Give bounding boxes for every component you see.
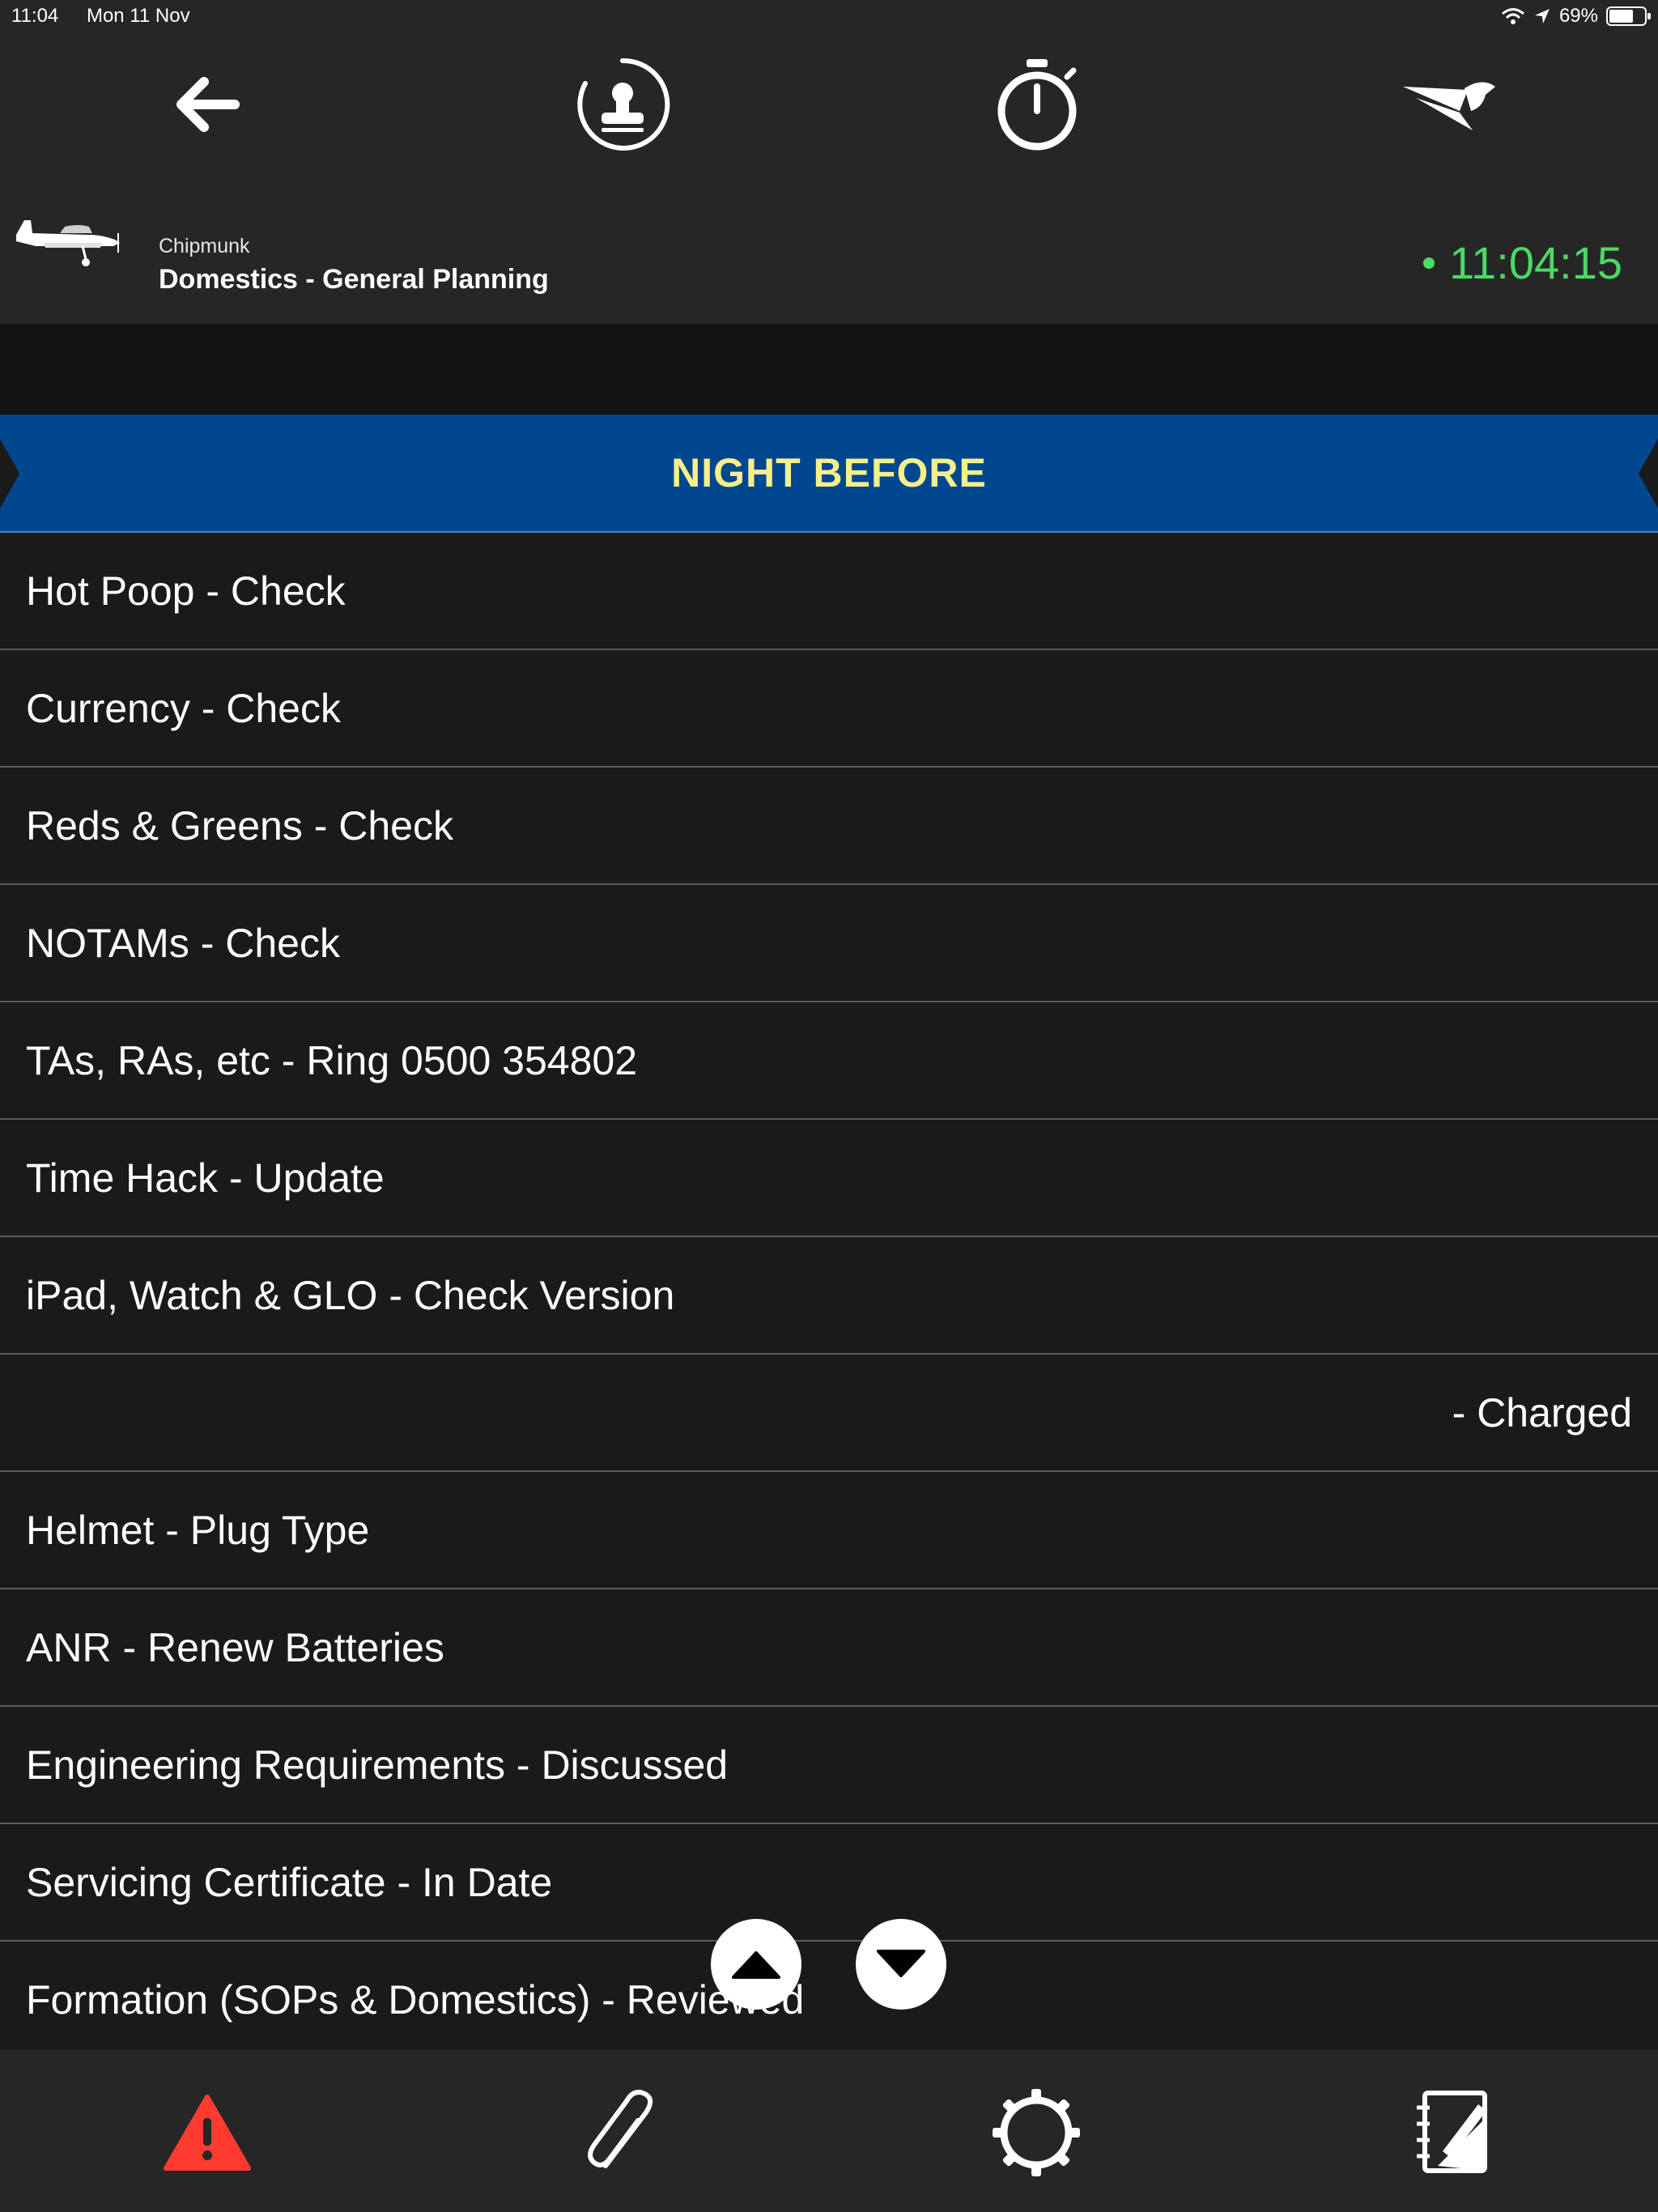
checklist-item[interactable]: Hot Poop - Check xyxy=(0,533,1658,650)
checklist-item[interactable]: Formation (SOPs & Domestics) - Reviewed xyxy=(0,1942,1658,2059)
wifi-icon xyxy=(1501,8,1524,24)
aircraft-icon xyxy=(16,220,120,266)
battery-percent: 69% xyxy=(1558,5,1598,27)
stopwatch-icon xyxy=(997,59,1077,151)
settings-icon xyxy=(993,2089,1080,2176)
stamp-button[interactable] xyxy=(570,52,675,157)
battery-level xyxy=(1609,10,1633,23)
checklist-item[interactable]: iPad, Watch & GLO - Check Version xyxy=(0,1237,1658,1355)
notes-icon xyxy=(1417,2091,1487,2173)
checklist-item-label: Hot Poop - Check xyxy=(26,568,346,614)
clock-time: 11:04:15 xyxy=(1449,237,1622,288)
checklist-item-label: Servicing Certificate - In Date xyxy=(26,1859,553,1905)
paperclip-icon xyxy=(588,2090,653,2168)
bottom-toolbar xyxy=(0,2050,1658,2212)
clock: 11:04:15 xyxy=(1423,236,1622,289)
checklist-item-label: Reds & Greens - Check xyxy=(26,802,453,849)
logo-icon xyxy=(1403,82,1495,130)
stopwatch-button[interactable] xyxy=(984,52,1090,157)
warning-button[interactable] xyxy=(157,2082,257,2183)
attachments-button[interactable] xyxy=(572,2082,672,2183)
clock-dot xyxy=(1423,257,1435,269)
checklist-item-label: Helmet - Plug Type xyxy=(26,1507,370,1553)
checklist-item[interactable]: ANR - Renew Batteries xyxy=(0,1589,1658,1707)
checklist-item-label: iPad, Watch & GLO - Check Version xyxy=(26,1272,675,1318)
checklist-item[interactable]: Time Hack - Update xyxy=(0,1120,1658,1237)
checklist-item[interactable]: Reds & Greens - Check xyxy=(0,768,1658,885)
caret-down-icon xyxy=(877,1950,925,1977)
section-banner[interactable]: NIGHT BEFORE xyxy=(0,415,1658,533)
aircraft-type: Chipmunk xyxy=(159,235,250,257)
checklist-item[interactable]: Currency - Check xyxy=(0,650,1658,768)
checklist-item-label: - Charged xyxy=(1452,1389,1632,1436)
logo-button[interactable] xyxy=(1397,52,1503,157)
header-divider xyxy=(0,324,1658,415)
checklist-item[interactable]: NOTAMs - Check xyxy=(0,885,1658,1002)
status-bar: 11:04 Mon 11 Nov 69% xyxy=(0,0,1658,32)
notes-button[interactable] xyxy=(1401,2082,1501,2183)
status-left: 11:04 Mon 11 Nov xyxy=(11,5,213,28)
status-right: 69% xyxy=(1501,5,1651,28)
header: Chipmunk Domestics - General Planning 11… xyxy=(0,32,1658,324)
checklist-item[interactable]: Helmet - Plug Type xyxy=(0,1472,1658,1589)
checklist: Hot Poop - Check Currency - Check Reds &… xyxy=(0,533,1658,2059)
checklist-title: Domestics - General Planning xyxy=(159,264,549,295)
settings-button[interactable] xyxy=(986,2082,1086,2183)
checklist-item-label: Engineering Requirements - Discussed xyxy=(26,1742,729,1788)
section-title: NIGHT BEFORE xyxy=(671,450,987,496)
scroll-down-button[interactable] xyxy=(856,1919,946,2010)
scroll-up-button[interactable] xyxy=(711,1919,801,2010)
checklist-item-label: ANR - Renew Batteries xyxy=(26,1624,444,1670)
warning-icon xyxy=(164,2095,251,2171)
checklist-item[interactable]: Servicing Certificate - In Date xyxy=(0,1824,1658,1942)
location-icon xyxy=(1534,9,1550,23)
app-screen: 11:04 Mon 11 Nov 69% Chipmunk Domestics … xyxy=(0,0,1658,2212)
back-button[interactable] xyxy=(154,52,259,157)
checklist-item-label: Formation (SOPs & Domestics) - Reviewed xyxy=(26,1976,805,2023)
checklist-item[interactable]: TAs, RAs, etc - Ring 0500 354802 xyxy=(0,1002,1658,1120)
checklist-item-label: Time Hack - Update xyxy=(26,1155,385,1201)
checklist-item-label: NOTAMs - Check xyxy=(26,920,340,966)
checklist-item-label: Currency - Check xyxy=(26,685,341,731)
checklist-item[interactable]: - Charged xyxy=(0,1355,1658,1472)
caret-up-icon xyxy=(732,1951,780,1979)
checklist-item[interactable]: Engineering Requirements - Discussed xyxy=(0,1707,1658,1824)
back-arrow-icon xyxy=(176,77,240,132)
battery-icon xyxy=(1606,6,1651,26)
status-time: 11:04 xyxy=(11,5,59,27)
stamp-icon xyxy=(577,57,670,151)
status-date: Mon 11 Nov xyxy=(86,5,190,27)
checklist-item-label: TAs, RAs, etc - Ring 0500 354802 xyxy=(26,1037,638,1083)
